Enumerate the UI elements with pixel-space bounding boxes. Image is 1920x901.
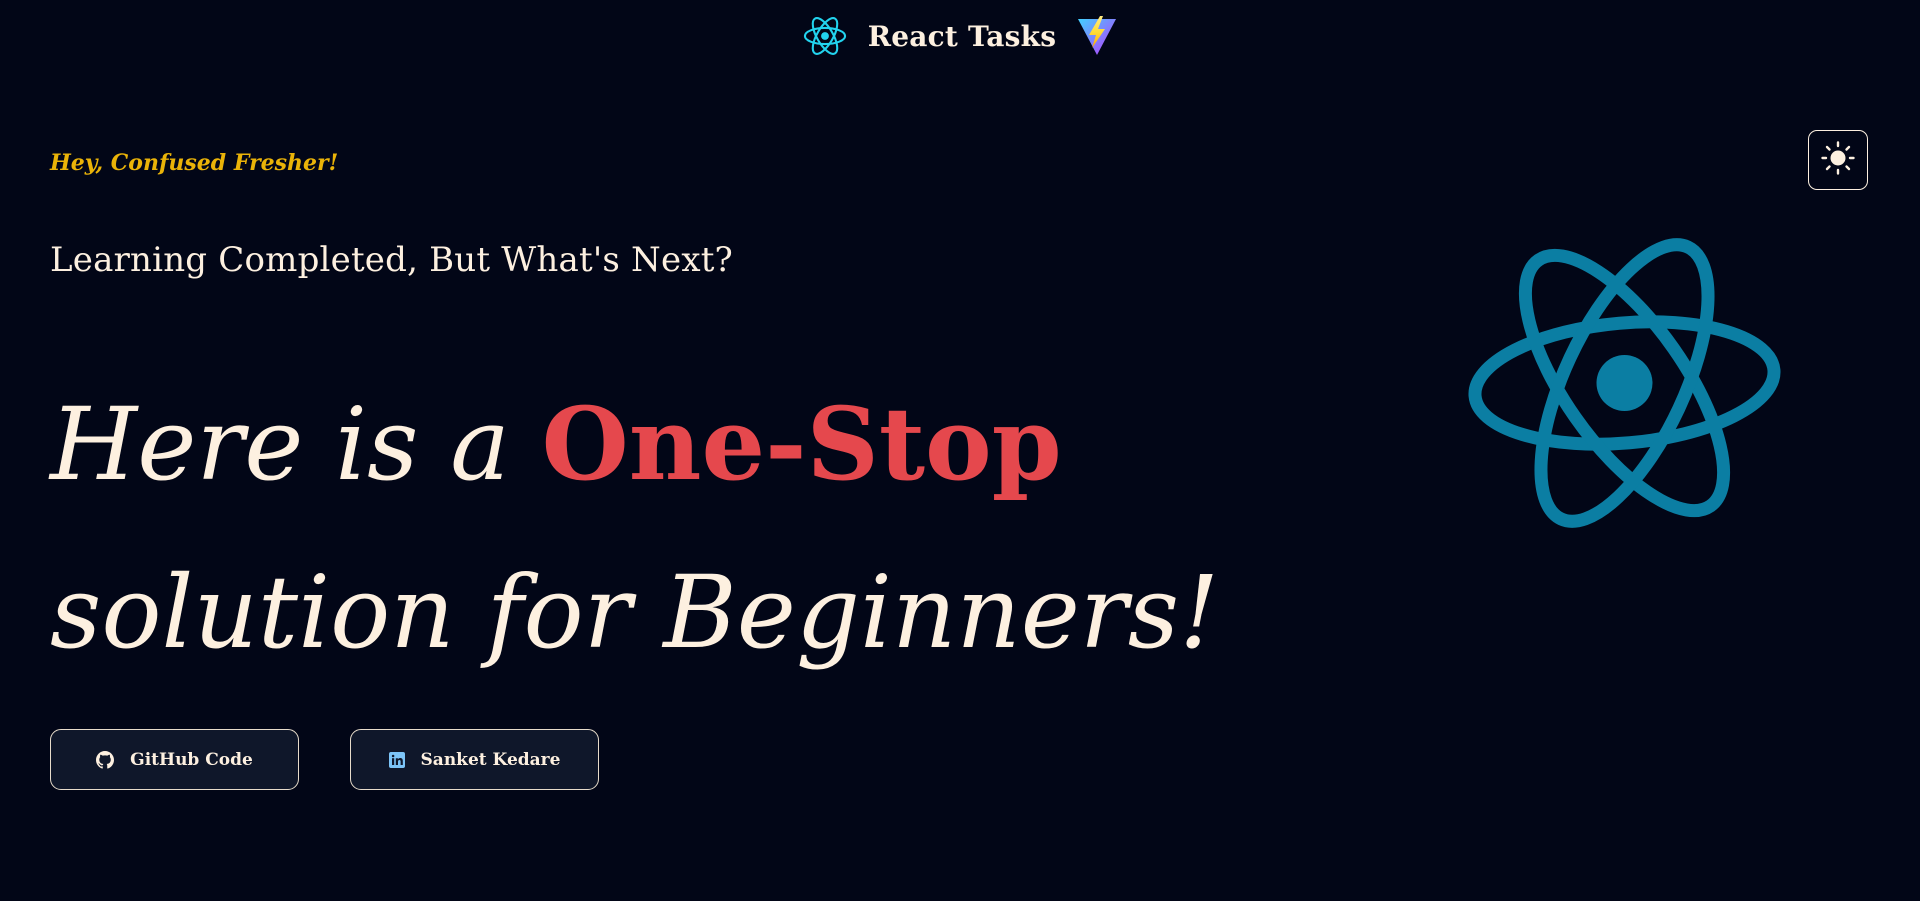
- theme-toggle-button[interactable]: [1808, 130, 1868, 190]
- github-code-button[interactable]: GitHub Code: [50, 729, 299, 790]
- react-logo-icon: [1462, 230, 1787, 540]
- linkedin-profile-label: Sanket Kedare: [420, 749, 561, 770]
- hero-eyebrow: Hey, Confused Fresher!: [50, 150, 339, 176]
- hero-react-logo: [1462, 230, 1787, 540]
- github-code-label: GitHub Code: [130, 749, 253, 770]
- brand[interactable]: React Tasks: [802, 14, 1118, 58]
- hero-headline: Here is a One-Stop solution for Beginner…: [50, 360, 1220, 697]
- headline-line-2: solution for Beginners!: [50, 554, 1220, 671]
- headline-text-1: Here is a: [50, 386, 542, 503]
- react-logo-icon: [802, 14, 848, 58]
- hero-buttons: GitHub Code Sanket Kedare: [50, 729, 599, 790]
- linkedin-icon: [388, 751, 405, 768]
- sun-icon: [1820, 140, 1856, 180]
- github-icon: [96, 750, 115, 769]
- hero-subheading: Learning Completed, But What's Next?: [50, 240, 733, 280]
- linkedin-profile-button[interactable]: Sanket Kedare: [350, 729, 599, 790]
- headline-line-1: Here is a One-Stop: [50, 360, 1200, 529]
- vite-logo-icon: [1076, 15, 1118, 57]
- top-header: React Tasks: [0, 10, 1920, 62]
- headline-accent: One-Stop: [541, 385, 1062, 503]
- app-title: React Tasks: [867, 19, 1057, 53]
